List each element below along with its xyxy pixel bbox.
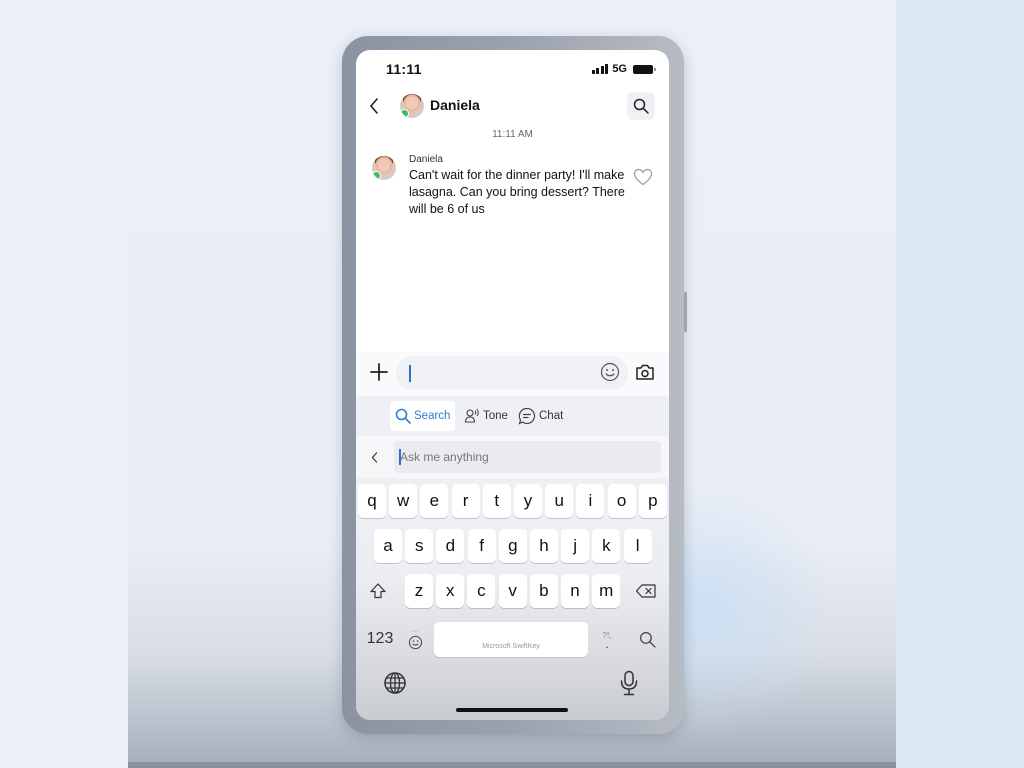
key-k[interactable]: k: [592, 529, 621, 563]
shift-key[interactable]: [364, 574, 392, 608]
toolbar-tone-tab[interactable]: Tone: [459, 401, 513, 431]
key-v[interactable]: v: [498, 574, 527, 608]
message-text: Can't wait for the dinner party! I'll ma…: [409, 168, 625, 216]
key-q[interactable]: q: [358, 484, 386, 518]
key-z[interactable]: z: [405, 574, 433, 608]
key-f[interactable]: f: [467, 529, 496, 563]
compose-bar: [356, 352, 669, 396]
plus-icon: [370, 363, 388, 381]
phone-screen: 11:11 5G Daniela 11:11 AM Daniela Can't …: [356, 50, 669, 720]
key-d[interactable]: d: [436, 529, 465, 563]
key-o[interactable]: o: [607, 484, 636, 518]
contact-avatar[interactable]: [400, 94, 424, 118]
keyboard-toolbar: Search Tone Chat: [356, 396, 669, 436]
key-b[interactable]: b: [529, 574, 558, 608]
toolbar-tone-label: Tone: [483, 410, 508, 422]
message-input[interactable]: [396, 356, 628, 390]
globe-key[interactable]: [380, 668, 410, 698]
chat-icon: [518, 407, 536, 425]
key-u[interactable]: u: [545, 484, 574, 518]
punctuation-key[interactable]: ?!, .: [594, 622, 620, 656]
smiley-icon: [600, 362, 620, 382]
key-t[interactable]: t: [482, 484, 511, 518]
bottom-strip: [128, 762, 896, 768]
like-button[interactable]: [633, 168, 655, 190]
chat-header: Daniela: [356, 88, 669, 124]
phone-side-button: [684, 292, 687, 332]
emoji-key[interactable]: ···: [404, 622, 426, 656]
chevron-left-icon: [371, 451, 377, 463]
key-l[interactable]: l: [623, 529, 652, 563]
toolbar-search-label: Search: [414, 410, 451, 422]
ask-input[interactable]: Ask me anything: [394, 441, 661, 473]
shift-icon: [370, 583, 386, 599]
status-bar: 11:11 5G: [356, 50, 669, 86]
key-x[interactable]: x: [436, 574, 465, 608]
toolbar-chat-tab[interactable]: Chat: [513, 401, 568, 431]
search-icon: [395, 408, 411, 424]
camera-button[interactable]: [635, 363, 657, 385]
status-time: 11:11: [386, 61, 422, 77]
microphone-key[interactable]: [614, 668, 644, 698]
chevron-left-icon: [369, 98, 378, 114]
add-attachment-button[interactable]: [368, 361, 390, 383]
key-a[interactable]: a: [374, 529, 402, 563]
message-sender: Daniela: [409, 154, 443, 165]
key-h[interactable]: h: [530, 529, 558, 563]
key-j[interactable]: j: [561, 529, 590, 563]
search-icon: [633, 98, 649, 114]
smiley-icon: [408, 635, 422, 649]
signal-icon: [591, 64, 609, 74]
ask-row: Ask me anything: [356, 436, 669, 478]
toolbar-search-tab[interactable]: Search: [390, 401, 456, 431]
contact-name[interactable]: Daniela: [430, 97, 480, 113]
message-timestamp: 11:11 AM: [492, 129, 533, 140]
left-background: [0, 0, 128, 768]
backspace-icon: [635, 584, 656, 598]
key-y[interactable]: y: [514, 484, 542, 518]
text-cursor: [409, 365, 411, 382]
key-r[interactable]: r: [451, 484, 480, 518]
tone-icon: [464, 408, 479, 423]
heart-icon: [633, 168, 653, 186]
microphone-icon: [620, 670, 638, 696]
home-indicator[interactable]: [456, 708, 568, 712]
emoji-button[interactable]: [600, 362, 622, 384]
key-g[interactable]: g: [498, 529, 527, 563]
period-label: .: [605, 636, 609, 651]
backspace-key[interactable]: [632, 574, 660, 608]
presence-indicator: [372, 171, 381, 180]
key-p[interactable]: p: [638, 484, 667, 518]
key-c[interactable]: c: [467, 574, 496, 608]
key-s[interactable]: s: [405, 529, 434, 563]
keyboard-area: Search Tone Chat Ask me anything 123 ···…: [356, 396, 669, 720]
camera-icon: [636, 364, 654, 380]
space-key[interactable]: Microsoft SwiftKey: [434, 622, 588, 657]
ask-back-button[interactable]: [366, 447, 382, 467]
network-label: 5G: [612, 63, 627, 75]
globe-icon: [384, 672, 406, 694]
key-i[interactable]: i: [576, 484, 605, 518]
toolbar-chat-label: Chat: [539, 410, 564, 422]
key-n[interactable]: n: [561, 574, 589, 608]
sender-avatar[interactable]: [372, 156, 396, 180]
back-button[interactable]: [364, 94, 384, 118]
ask-placeholder: Ask me anything: [400, 450, 489, 464]
key-m[interactable]: m: [592, 574, 621, 608]
search-button[interactable]: [627, 92, 655, 120]
status-indicators: 5G: [591, 63, 656, 75]
right-background: [896, 0, 1024, 768]
phone-frame: 11:11 5G Daniela 11:11 AM Daniela Can't …: [342, 36, 684, 734]
numbers-key[interactable]: 123: [362, 622, 398, 656]
key-w[interactable]: w: [389, 484, 418, 518]
battery-icon: [633, 64, 656, 74]
keyboard-search-key[interactable]: [634, 622, 660, 656]
key-e[interactable]: e: [420, 484, 449, 518]
search-icon: [639, 631, 656, 648]
presence-indicator: [400, 109, 409, 118]
